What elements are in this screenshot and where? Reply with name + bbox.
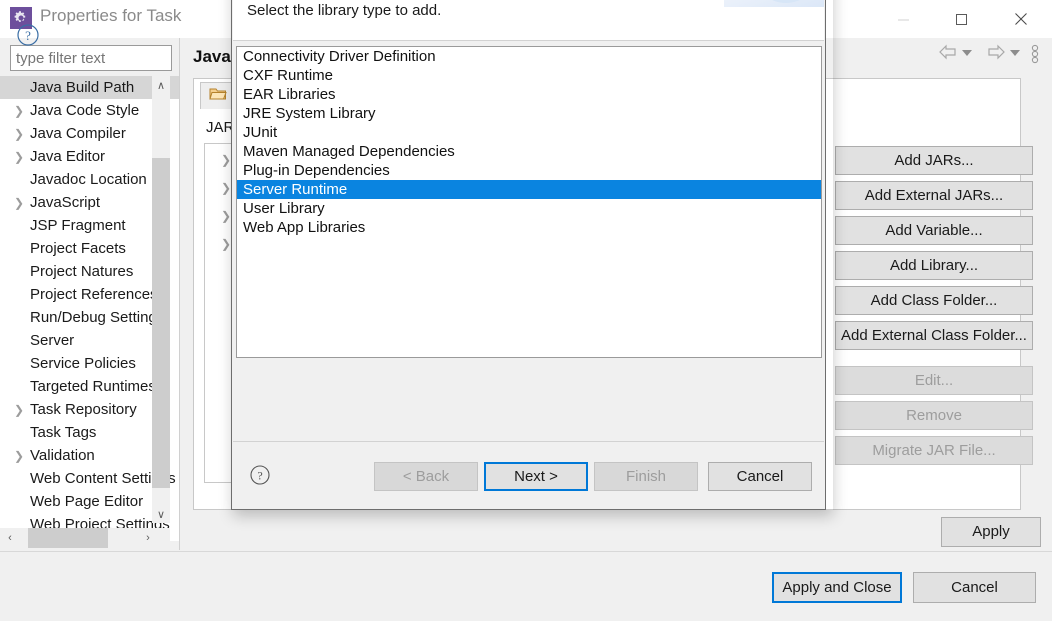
library-type-option[interactable]: JUnit [237,123,821,142]
dialog-description: Select the library type to add. [247,2,442,19]
sidebar-item-label: Web Page Editor [30,493,144,510]
add-jars-button[interactable]: Add JARs... [835,146,1033,175]
chevron-right-icon[interactable]: ❯ [221,153,231,167]
scroll-right-icon[interactable]: › [138,528,158,548]
library-type-option[interactable]: Server Runtime [237,180,821,199]
tree-horizontal-scrollbar[interactable]: ‹ › [0,528,170,548]
window-title: Properties for Task [40,6,182,25]
sidebar-item-label: Java Build Path [30,79,135,96]
library-type-option[interactable]: EAR Libraries [237,85,821,104]
chevron-right-icon[interactable]: ❯ [14,151,24,163]
screen: Properties for Task type filter text Jav… [0,0,1052,621]
migrate-jar-file-button: Migrate JAR File... [835,436,1033,465]
add-external-class-folder-button[interactable]: Add External Class Folder... [835,321,1033,350]
chevron-right-icon[interactable]: ❯ [14,197,24,209]
edit-button: Edit... [835,366,1033,395]
sidebar-item-label: Java Code Style [30,102,140,119]
back-arrow-icon[interactable] [938,44,958,65]
sidebar-item-label: Java Compiler [30,125,126,142]
sidebar-item-label: JSP Fragment [30,217,126,234]
cancel-button[interactable]: Cancel [708,462,812,491]
chevron-right-icon[interactable]: ❯ [221,237,231,251]
horizontal-scroll-thumb[interactable] [28,528,108,548]
close-icon [1015,13,1027,25]
back-button: < Back [374,462,478,491]
sidebar-item-label: Task Repository [30,401,137,418]
tree-vertical-scrollbar[interactable]: ∧ ∨ [152,76,170,523]
library-type-option[interactable]: Plug-in Dependencies [237,161,821,180]
maximize-button[interactable] [938,0,984,38]
chevron-right-icon[interactable]: ❯ [14,450,24,462]
sidebar-item-label: JavaScript [30,194,101,211]
dialog-banner: Select the library type to add. [233,0,824,40]
sidebar-item-label: Targeted Runtimes [30,378,156,395]
library-type-option[interactable]: CXF Runtime [237,66,821,85]
sidebar-item-label: Service Policies [30,355,136,372]
dialog-divider [233,40,824,41]
sidebar-item-label: Validation [30,447,95,464]
sidebar-item-label: Project Facets [30,240,126,257]
chevron-right-icon[interactable]: ❯ [221,181,231,195]
minimize-icon [897,19,909,20]
vertical-scroll-thumb[interactable] [152,158,170,488]
chevron-right-icon[interactable]: ❯ [14,128,24,140]
svg-text:?: ? [257,469,262,483]
chevron-right-icon[interactable]: ❯ [221,209,231,223]
next-button[interactable]: Next > [484,462,588,491]
help-icon[interactable]: ? [16,23,40,47]
forward-dropdown-chevron-down-icon[interactable] [1010,50,1020,56]
library-type-list[interactable]: Connectivity Driver Definition CXF Runtim… [236,46,822,358]
back-dropdown-chevron-down-icon[interactable] [962,50,972,56]
minimize-button[interactable] [880,0,926,38]
forward-arrow-icon[interactable] [986,44,1006,65]
add-library-button[interactable]: Add Library... [835,251,1033,280]
scroll-down-icon[interactable]: ∨ [152,505,170,523]
sidebar-item-label: Task Tags [30,424,97,441]
apply-button[interactable]: Apply [941,517,1041,547]
dialog-button-bar: ? < Back Next > Finish Cancel [233,441,824,508]
library-type-option[interactable]: Maven Managed Dependencies [237,142,821,161]
add-variable-button[interactable]: Add Variable... [835,216,1033,245]
maximize-icon [955,13,967,25]
library-type-option[interactable]: Web App Libraries [237,218,821,237]
apply-and-close-button[interactable]: Apply and Close [772,572,902,603]
cancel-button[interactable]: Cancel [913,572,1036,603]
filter-box[interactable] [10,45,172,71]
chevron-right-icon[interactable]: ❯ [14,404,24,416]
view-menu-icon[interactable] [1030,44,1040,69]
scroll-up-icon[interactable]: ∧ [152,76,170,94]
add-external-jars-button[interactable]: Add External JARs... [835,181,1033,210]
chevron-right-icon[interactable]: ❯ [14,105,24,117]
finish-button: Finish [594,462,698,491]
library-type-option[interactable]: User Library [237,199,821,218]
library-type-option[interactable]: Connectivity Driver Definition [237,47,821,66]
build-path-actions: Add JARs... Add External JARs... Add Varia… [835,146,1035,471]
sidebar-item-label: Project References [30,286,158,303]
library-type-option[interactable]: JRE System Library [237,104,821,123]
help-icon[interactable]: ? [249,464,271,486]
add-library-banner-icon [724,0,824,7]
sidebar-item-label: Java Editor [30,148,106,165]
close-button[interactable] [998,0,1044,38]
sidebar-item-label: Project Natures [30,263,134,280]
libraries-tab-icon [209,86,227,107]
remove-button: Remove [835,401,1033,430]
add-class-folder-button[interactable]: Add Class Folder... [835,286,1033,315]
sidebar-item-label: Javadoc Location [30,171,147,188]
add-library-dialog: Select the library type to add. Connecti… [231,0,826,510]
search-input[interactable] [11,46,171,70]
svg-text:?: ? [25,28,31,43]
sidebar-divider [179,38,180,550]
scroll-left-icon[interactable]: ‹ [0,528,20,548]
sidebar-item-label: Run/Debug Settings [30,309,165,326]
sidebar-item-label: Server [30,332,75,349]
